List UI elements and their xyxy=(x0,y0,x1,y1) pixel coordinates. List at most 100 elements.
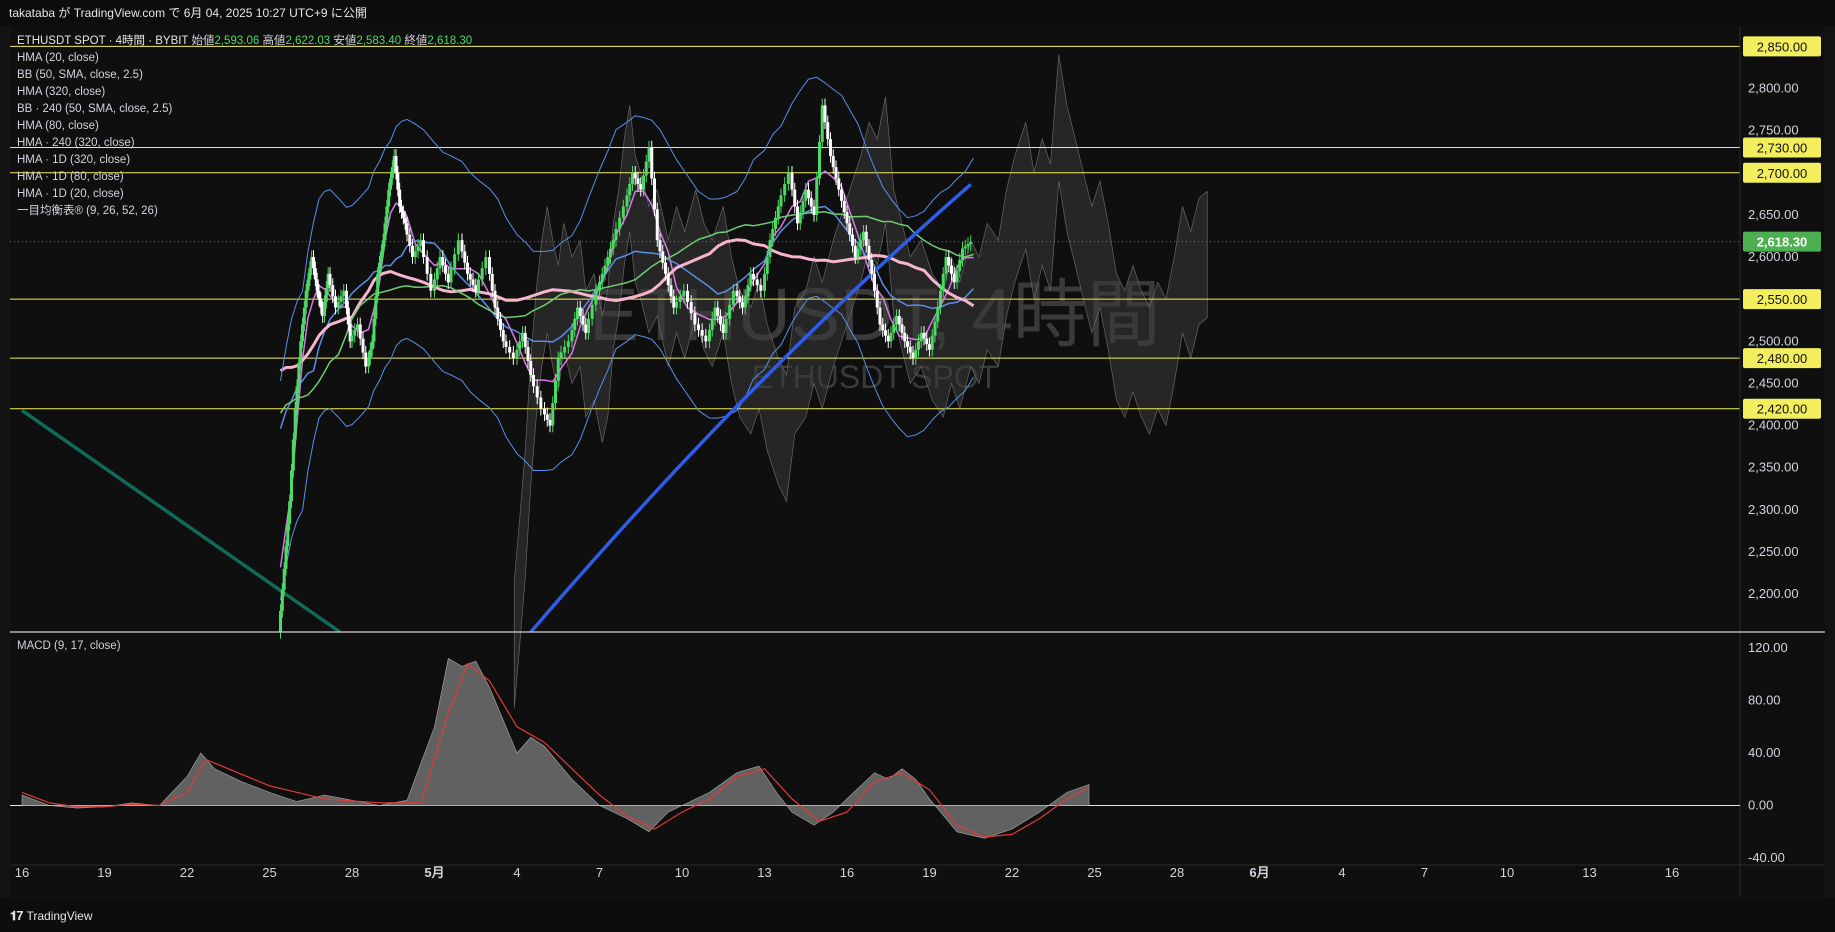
candle-body xyxy=(581,316,585,325)
last-price-tag-label: 2,618.30 xyxy=(1757,235,1808,250)
candle-body xyxy=(966,244,970,247)
candle-body xyxy=(930,335,934,350)
legend-indicator[interactable]: HMA · 1D (320, close) xyxy=(17,152,472,169)
candle-body xyxy=(521,332,524,342)
time-axis-tick: 13 xyxy=(757,865,771,880)
candle-body xyxy=(689,301,693,314)
candle-body xyxy=(853,245,857,258)
candle-body xyxy=(361,338,365,353)
candle-body xyxy=(716,307,720,317)
candle-body xyxy=(566,341,570,347)
candle-body xyxy=(856,248,860,258)
time-axis-tick: 4 xyxy=(1338,865,1345,880)
candle-body xyxy=(672,296,676,308)
candle-body xyxy=(545,414,549,420)
legend-indicator[interactable]: HMA · 240 (320, close) xyxy=(17,135,472,152)
candle-body xyxy=(526,346,530,361)
candle-body xyxy=(364,352,368,367)
macd-axis-tick: 40.00 xyxy=(1748,745,1781,760)
candle-body xyxy=(936,307,940,322)
candle-body xyxy=(917,341,920,350)
candle-body xyxy=(573,318,577,331)
legend-indicator[interactable]: HMA (320, close) xyxy=(17,84,472,101)
candle-body xyxy=(790,172,794,190)
candle-body xyxy=(374,296,378,319)
candle-body xyxy=(590,304,594,319)
candle-body xyxy=(639,184,643,190)
candle-body xyxy=(493,290,497,308)
price-axis-tick: 2,650.00 xyxy=(1748,207,1799,222)
candle-body xyxy=(284,546,288,569)
candle-body xyxy=(669,285,673,297)
candle-body xyxy=(288,501,292,524)
candle-body xyxy=(496,307,500,319)
candle-body xyxy=(468,273,472,280)
candle-body xyxy=(370,341,374,350)
price-axis-tick: 2,750.00 xyxy=(1748,123,1799,138)
candle-body xyxy=(969,241,973,245)
candle-body xyxy=(826,122,830,140)
macd-legend[interactable]: MACD (9, 17, close) xyxy=(17,640,121,652)
candle-body xyxy=(621,206,625,218)
candle-body xyxy=(383,223,387,241)
candle-body xyxy=(297,363,301,387)
legend-indicator[interactable]: BB (50, SMA, close, 2.5) xyxy=(17,67,472,84)
legend-indicator[interactable]: BB · 240 (50, SMA, close, 2.5) xyxy=(17,101,472,118)
footer: 𝟏7 TradingView xyxy=(0,898,1835,932)
candle-body xyxy=(336,301,340,308)
candle-body xyxy=(625,195,629,207)
candle-body xyxy=(801,200,805,213)
candle-body xyxy=(556,358,560,381)
price-axis-tick: 2,400.00 xyxy=(1748,418,1799,433)
candle-body xyxy=(779,195,783,207)
candle-body xyxy=(678,296,682,302)
ohlc-close-value: 2,618.30 xyxy=(427,35,473,47)
candle-body xyxy=(752,273,755,280)
candle-body xyxy=(837,178,841,190)
candle-body xyxy=(523,332,527,347)
time-axis-tick: 19 xyxy=(97,865,111,880)
candle-body xyxy=(529,360,533,376)
candle-body xyxy=(798,212,802,224)
candle-body xyxy=(600,273,604,283)
legend-indicator[interactable]: 一目均衡表® (9, 26, 52, 26) xyxy=(17,203,472,220)
time-axis-tick: 10 xyxy=(675,865,689,880)
candle-body xyxy=(379,251,383,263)
legend-indicator[interactable]: HMA (20, close) xyxy=(17,50,472,67)
candle-body xyxy=(328,273,332,286)
candle-body xyxy=(350,335,354,342)
legend-indicator[interactable]: HMA · 1D (20, close) xyxy=(17,186,472,203)
candle-body xyxy=(731,290,735,305)
tradingview-brand[interactable]: 𝟏7 TradingView xyxy=(10,908,93,924)
time-axis-tick: 7 xyxy=(596,865,603,880)
candle-body xyxy=(535,386,539,398)
legend-indicator[interactable]: HMA · 1D (80, close) xyxy=(17,169,472,186)
candle-body xyxy=(884,330,887,336)
candle-body xyxy=(719,316,722,325)
legend-indicator[interactable]: HMA (80, close) xyxy=(17,118,472,135)
time-axis-tick: 25 xyxy=(1087,865,1101,880)
level-tag-label: 2,420.00 xyxy=(1757,402,1808,417)
candle-body xyxy=(416,245,420,252)
macd-signal-line xyxy=(21,662,1090,838)
candle-body xyxy=(308,268,312,280)
candle-body xyxy=(721,324,725,333)
candle-body xyxy=(554,380,557,404)
level-tag-label: 2,850.00 xyxy=(1757,39,1808,54)
candle-body xyxy=(372,318,376,342)
candle-body xyxy=(511,352,515,359)
candle-body xyxy=(848,223,852,235)
candle-body xyxy=(955,271,959,283)
candle-body xyxy=(903,332,907,342)
candle-body xyxy=(518,341,522,350)
candle-body xyxy=(315,279,319,291)
time-axis-tick: 13 xyxy=(1582,865,1596,880)
candle-body xyxy=(353,330,357,336)
candle-body xyxy=(345,290,348,308)
level-tag-label: 2,700.00 xyxy=(1757,166,1808,181)
candle-body xyxy=(606,257,610,266)
candle-body xyxy=(704,335,708,342)
candle-body xyxy=(484,257,488,269)
candle-body xyxy=(724,318,728,333)
candle-body xyxy=(812,206,816,215)
